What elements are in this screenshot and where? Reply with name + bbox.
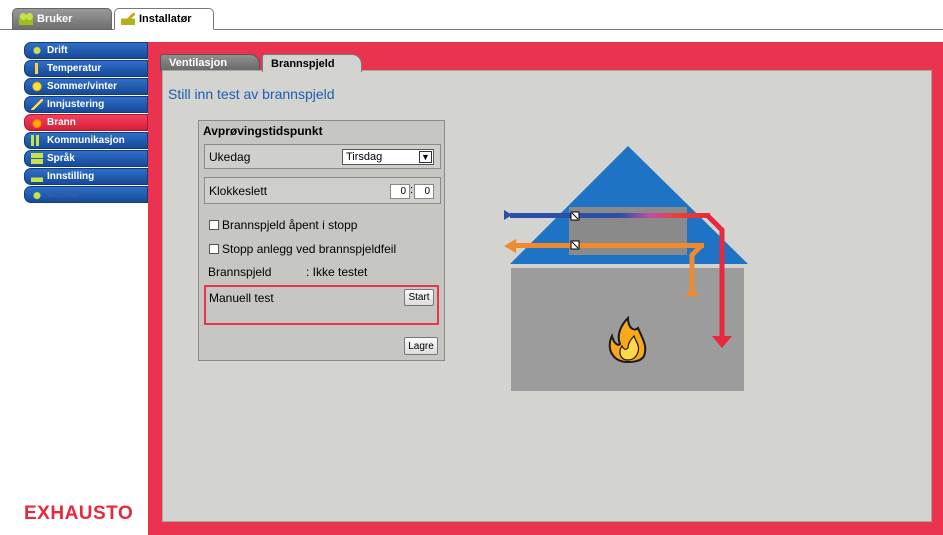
- sidebar-item-label: Innjustering: [47, 99, 105, 110]
- settings-icon: [31, 171, 43, 182]
- manual-test-section: Manuell test Start: [204, 285, 439, 325]
- start-button[interactable]: Start: [404, 289, 434, 306]
- sidebar-item-label: Språk: [47, 153, 75, 164]
- sidebar-item-label: Innstilling: [47, 171, 95, 182]
- weekday-select[interactable]: Tirsdag ▼: [342, 149, 434, 165]
- tab-brannspjeld[interactable]: Brannspjeld: [262, 54, 362, 72]
- users-icon: [19, 13, 33, 25]
- supply-air-duct: [510, 213, 710, 218]
- sidebar-item-label: Drift: [47, 45, 68, 56]
- sidebar-item-label: Butikk: [47, 189, 78, 200]
- wrench-icon: [31, 99, 43, 110]
- damper-status-label: Brannspjeld: [208, 265, 272, 279]
- chevron-down-icon[interactable]: ▼: [419, 151, 432, 163]
- sidebar-item-innstilling[interactable]: Innstilling: [24, 168, 148, 185]
- minute-input[interactable]: 0: [414, 184, 434, 199]
- test-settings-box: Avprøvingstidspunkt Ukedag Tirsdag ▼ Klo…: [198, 120, 445, 361]
- stop-on-error-option[interactable]: Stopp anlegg ved brannspjeldfeil: [209, 242, 396, 256]
- sidebar-item-sprak[interactable]: Språk: [24, 150, 148, 167]
- installer-icon: [121, 13, 135, 25]
- sidebar-item-kommunikasjon[interactable]: Kommunikasjon: [24, 132, 148, 149]
- sidebar-item-label: Brann: [47, 117, 76, 128]
- stop-on-error-checkbox[interactable]: [209, 244, 219, 254]
- extract-air-duct: [514, 243, 704, 248]
- sidebar-item-label: Sommer/vinter: [47, 81, 118, 92]
- tab-bruker[interactable]: Bruker: [12, 8, 112, 30]
- open-on-stop-option[interactable]: Brannspjeld åpent i stopp: [209, 218, 357, 232]
- sidebar-item-temperatur[interactable]: Temperatur: [24, 60, 148, 77]
- extract-outlet-arrow: [504, 239, 516, 253]
- weekday-row: Ukedag Tirsdag ▼: [204, 144, 441, 169]
- fire-icon: [31, 117, 43, 128]
- weekday-label: Ukedag: [209, 149, 251, 164]
- language-icon: [31, 153, 43, 164]
- time-separator: :: [409, 184, 413, 196]
- time-label: Klokkeslett: [209, 183, 268, 198]
- sidebar-item-label: Kommunikasjon: [47, 135, 125, 146]
- tab-bruker-label: Bruker: [37, 13, 73, 25]
- damper-status-value: : Ikke testet: [306, 265, 368, 279]
- tab-installator[interactable]: Installatør: [114, 8, 214, 30]
- sidebar-item-brann[interactable]: Brann: [24, 114, 148, 131]
- sidebar-item-sommer-vinter[interactable]: Sommer/vinter: [24, 78, 148, 95]
- communication-icon: [31, 135, 43, 146]
- cart-icon: [31, 189, 43, 200]
- app-root: Bruker Installatør Drift Temperatur Somm…: [0, 0, 943, 535]
- thermometer-icon: [31, 63, 43, 74]
- save-button[interactable]: Lagre: [404, 337, 438, 355]
- sidebar-nav: Drift Temperatur Sommer/vinter Innjuster…: [24, 42, 148, 204]
- open-on-stop-checkbox[interactable]: [209, 220, 219, 230]
- sidebar-item-drift[interactable]: Drift: [24, 42, 148, 59]
- open-on-stop-label: Brannspjeld åpent i stopp: [222, 218, 358, 232]
- sidebar-item-label: Temperatur: [47, 63, 102, 74]
- sidebar-item-innjustering[interactable]: Innjustering: [24, 96, 148, 113]
- roof-gap: [511, 264, 744, 268]
- tab-installator-label: Installatør: [139, 13, 192, 25]
- manual-test-label: Manuell test: [209, 291, 274, 305]
- hour-input[interactable]: 0: [390, 184, 410, 199]
- stop-on-error-label: Stopp anlegg ved brannspjeldfeil: [222, 242, 397, 256]
- tab-ventilasjon[interactable]: Ventilasjon: [160, 54, 260, 71]
- weekday-value: Tirsdag: [346, 151, 383, 163]
- damper-status-row: Brannspjeld : Ikke testet: [208, 265, 367, 279]
- time-row: Klokkeslett 0 : 0: [204, 177, 441, 204]
- top-tab-bar: Bruker Installatør: [0, 0, 943, 30]
- section-title: Avprøvingstidspunkt: [203, 124, 323, 138]
- fire-damper-diagram: [504, 146, 748, 391]
- page-title: Still inn test av brannspjeld: [168, 86, 335, 102]
- sidebar-item-butikk: Butikk: [24, 186, 148, 203]
- fan-icon: [31, 45, 43, 56]
- exhausto-logo: EXHAUSTO: [24, 503, 134, 524]
- sun-icon: [31, 81, 43, 92]
